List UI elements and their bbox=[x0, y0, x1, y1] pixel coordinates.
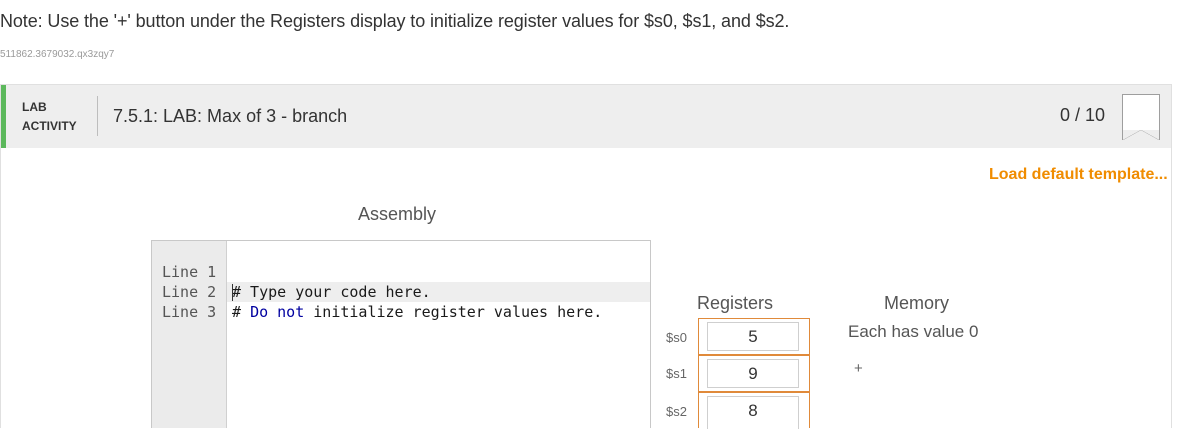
code-text: # Type your code here. bbox=[232, 283, 431, 301]
register-s1-value[interactable]: 9 bbox=[707, 359, 799, 388]
lab-title: 7.5.1: LAB: Max of 3 - branch bbox=[113, 106, 348, 126]
lab-type-line2: ACTIVITY bbox=[22, 119, 77, 133]
code-editor[interactable]: Line 1 # Type your code here. Line 2 # D… bbox=[151, 240, 651, 428]
register-s2-box: 8 bbox=[698, 392, 810, 429]
add-register-button[interactable]: + bbox=[854, 360, 863, 377]
lab-type-line1: LAB bbox=[22, 100, 47, 114]
lab-type-label: LAB ACTIVITY bbox=[22, 98, 77, 136]
keyword-do: Do bbox=[250, 303, 269, 321]
load-default-template-link[interactable]: Load default template... bbox=[989, 166, 1168, 184]
register-name-s2: $s2 bbox=[666, 404, 687, 419]
activity-id: 511862.3679032.qx3zqy7 bbox=[0, 49, 115, 60]
code-line[interactable]: Line 3 bbox=[152, 282, 216, 321]
register-name-s1: $s1 bbox=[666, 366, 687, 381]
header-divider bbox=[97, 96, 98, 136]
register-s0-value[interactable]: 5 bbox=[707, 322, 799, 351]
comment-prefix: # bbox=[232, 303, 251, 321]
completion-badge-icon bbox=[1122, 94, 1160, 140]
memory-status: Each has value 0 bbox=[848, 322, 979, 341]
lab-header: LAB ACTIVITY 7.5.1: LAB: Max of 3 - bran… bbox=[1, 85, 1171, 148]
register-s2-value[interactable]: 8 bbox=[707, 396, 799, 429]
assembly-label: Assembly bbox=[358, 204, 437, 224]
keyword-not: not bbox=[277, 303, 305, 321]
register-s0-box: 5 bbox=[698, 318, 810, 355]
registers-label: Registers bbox=[697, 293, 774, 313]
line-number: Line 3 bbox=[162, 303, 217, 321]
text-cursor bbox=[232, 284, 233, 301]
code-line[interactable]: Line 1 # Type your code here. bbox=[152, 242, 431, 301]
register-s1-box: 9 bbox=[698, 355, 810, 392]
instruction-note: Note: Use the '+' button under the Regis… bbox=[0, 11, 790, 31]
comment-rest: initialize register values here. bbox=[304, 303, 603, 321]
code-text: # Do not initialize register values here… bbox=[232, 302, 602, 322]
register-name-s0: $s0 bbox=[666, 330, 687, 345]
score-display: 0 / 10 bbox=[1060, 105, 1106, 125]
memory-label: Memory bbox=[884, 293, 950, 313]
code-line[interactable]: Line 2 # Do not initialize register valu… bbox=[152, 262, 602, 321]
